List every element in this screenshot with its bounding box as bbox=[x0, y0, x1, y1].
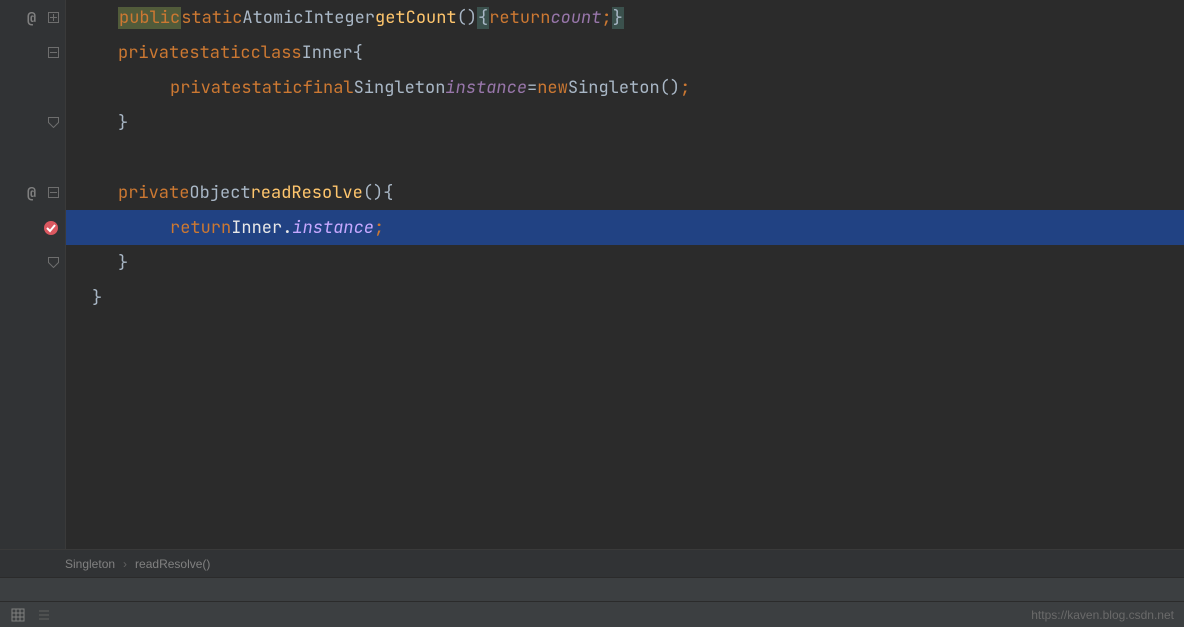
class-name: Inner bbox=[302, 42, 353, 64]
gutter-row[interactable] bbox=[0, 280, 65, 315]
method-name: getCount bbox=[375, 7, 457, 29]
field-ref: instance bbox=[292, 217, 374, 239]
keyword-final: final bbox=[303, 77, 354, 99]
error-breakpoint-icon[interactable] bbox=[43, 220, 59, 236]
keyword-private: private bbox=[118, 182, 189, 204]
brace-close: } bbox=[92, 287, 102, 309]
gutter-row[interactable] bbox=[0, 70, 65, 105]
keyword-return: return bbox=[170, 217, 231, 239]
code-line[interactable]: } bbox=[66, 105, 1184, 140]
gutter-row[interactable] bbox=[0, 105, 65, 140]
override-at-icon[interactable]: @ bbox=[27, 185, 43, 201]
editor-root: @ @ bbox=[0, 0, 1184, 627]
svg-text:@: @ bbox=[27, 185, 36, 201]
code-line[interactable]: private static final Singleton instance … bbox=[66, 70, 1184, 105]
type: AtomicInteger bbox=[242, 7, 375, 29]
parens: () bbox=[457, 7, 477, 29]
parens: () bbox=[363, 182, 383, 204]
keyword-return: return bbox=[489, 7, 550, 29]
code-line[interactable] bbox=[66, 140, 1184, 175]
grid-icon[interactable] bbox=[10, 607, 26, 623]
gutter-row[interactable]: @ bbox=[0, 0, 65, 35]
semicolon: ; bbox=[601, 7, 611, 29]
gutter-row[interactable] bbox=[0, 35, 65, 70]
gutter-row[interactable] bbox=[0, 140, 65, 175]
parens: () bbox=[660, 77, 680, 99]
expand-icon[interactable] bbox=[47, 12, 59, 24]
gutter-row[interactable]: @ bbox=[0, 175, 65, 210]
code-line[interactable]: private Object readResolve(){ bbox=[66, 175, 1184, 210]
override-at-icon[interactable]: @ bbox=[27, 10, 43, 26]
keyword-public: public bbox=[118, 7, 181, 29]
watermark: https://kaven.blog.csdn.net bbox=[1031, 608, 1174, 622]
keyword-static: static bbox=[189, 42, 250, 64]
code-area: @ @ bbox=[0, 0, 1184, 549]
gutter-row[interactable] bbox=[0, 245, 65, 280]
semicolon: ; bbox=[374, 217, 384, 239]
status-bar: https://kaven.blog.csdn.net bbox=[0, 601, 1184, 627]
brace-close: } bbox=[612, 7, 624, 29]
close-fold-icon[interactable] bbox=[47, 257, 59, 269]
keyword-new: new bbox=[537, 77, 568, 99]
keyword-static: static bbox=[181, 7, 242, 29]
type: Object bbox=[189, 182, 250, 204]
keyword-class: class bbox=[251, 42, 302, 64]
close-fold-icon[interactable] bbox=[47, 117, 59, 129]
brace-open: { bbox=[383, 182, 393, 204]
field-name: instance bbox=[445, 77, 527, 99]
code-line[interactable]: private static class Inner{ bbox=[66, 35, 1184, 70]
breadcrumb-method[interactable]: readResolve() bbox=[135, 557, 210, 571]
code-line[interactable]: public static AtomicInteger getCount() {… bbox=[66, 0, 1184, 35]
svg-text:@: @ bbox=[27, 10, 36, 26]
breadcrumb-class[interactable]: Singleton bbox=[65, 557, 115, 571]
code-line[interactable]: } bbox=[66, 280, 1184, 315]
field-ref: count bbox=[550, 7, 601, 29]
brace-close: } bbox=[118, 252, 128, 274]
code-line-highlighted[interactable]: return Inner.instance; bbox=[66, 210, 1184, 245]
keyword-private: private bbox=[170, 77, 241, 99]
brace-open: { bbox=[477, 7, 489, 29]
method-name: readResolve bbox=[251, 182, 363, 204]
code-lines[interactable]: public static AtomicInteger getCount() {… bbox=[66, 0, 1184, 549]
code-line[interactable]: } bbox=[66, 245, 1184, 280]
breadcrumb-bar: Singleton › readResolve() bbox=[0, 549, 1184, 577]
keyword-static: static bbox=[241, 77, 302, 99]
gutter: @ @ bbox=[0, 0, 66, 549]
brace-open: { bbox=[353, 42, 363, 64]
equals: = bbox=[527, 77, 537, 99]
type: Singleton bbox=[354, 77, 446, 99]
breadcrumb-separator-icon: › bbox=[123, 557, 127, 571]
tool-panel bbox=[0, 577, 1184, 601]
qualifier: Inner bbox=[231, 217, 282, 239]
semicolon: ; bbox=[680, 77, 690, 99]
status-left bbox=[10, 607, 52, 623]
collapse-icon[interactable] bbox=[47, 187, 59, 199]
structure-icon[interactable] bbox=[36, 607, 52, 623]
keyword-private: private bbox=[118, 42, 189, 64]
collapse-icon[interactable] bbox=[47, 47, 59, 59]
dot: . bbox=[282, 217, 292, 239]
ctor-name: Singleton bbox=[568, 77, 660, 99]
gutter-row[interactable] bbox=[0, 210, 65, 245]
brace-close: } bbox=[118, 112, 128, 134]
